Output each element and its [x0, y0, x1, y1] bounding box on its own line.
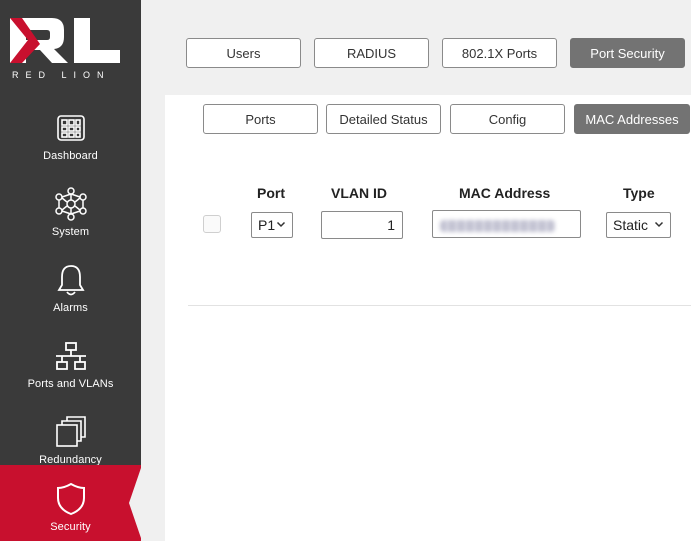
sidebar-item-alarms[interactable]: Alarms: [0, 256, 141, 332]
column-header-vlan-id: VLAN ID: [331, 185, 387, 201]
column-header-mac-address: MAC Address: [459, 185, 551, 201]
subtab-mac-addresses[interactable]: MAC Addresses: [574, 104, 690, 134]
table-divider: [188, 305, 691, 306]
subtab-detailed-status[interactable]: Detailed Status: [326, 104, 441, 134]
sidebar-item-label: Ports and VLANs: [27, 378, 114, 390]
mac-address-redaction: [440, 220, 555, 232]
sidebar-item-dashboard[interactable]: Dashboard: [0, 104, 141, 180]
sidebar: RED LION Dashboard System Alarms Ports a…: [0, 0, 142, 541]
logo-wordmark: RED LION: [12, 70, 111, 80]
column-header-port: Port: [257, 185, 285, 201]
tab-8021x-ports[interactable]: 802.1X Ports: [442, 38, 557, 68]
bell-icon: [51, 260, 91, 300]
type-select[interactable]: Static: [606, 212, 671, 238]
vlan-id-value: 1: [387, 217, 395, 233]
sidebar-item-ports-and-vlans[interactable]: Ports and VLANs: [0, 332, 141, 408]
content-gutter: [141, 95, 165, 541]
tab-users[interactable]: Users: [186, 38, 301, 68]
shield-icon: [51, 479, 91, 519]
sidebar-item-system[interactable]: System: [0, 180, 141, 256]
subtab-config[interactable]: Config: [450, 104, 565, 134]
red-lion-logo: RED LION: [0, 0, 141, 100]
sidebar-item-label: Alarms: [53, 302, 88, 314]
network-tree-icon: [51, 336, 91, 376]
port-select[interactable]: P1: [251, 212, 293, 238]
port-select-value: P1: [258, 217, 276, 233]
sidebar-item-label: Dashboard: [43, 150, 98, 162]
sidebar-item-label: System: [51, 226, 90, 238]
type-select-value: Static: [613, 217, 649, 233]
dashboard-icon: [51, 108, 91, 148]
tab-radius[interactable]: RADIUS: [314, 38, 429, 68]
sidebar-item-security[interactable]: Security: [0, 465, 141, 541]
chevron-down-icon: [654, 221, 664, 228]
subtab-ports[interactable]: Ports: [203, 104, 318, 134]
row-select-checkbox[interactable]: [203, 215, 221, 233]
network-node-icon: [51, 184, 91, 224]
tab-port-security[interactable]: Port Security: [570, 38, 685, 68]
sidebar-item-label: Security: [50, 521, 91, 533]
vlan-id-input[interactable]: 1: [321, 211, 403, 239]
chevron-down-icon: [276, 221, 286, 228]
stacked-windows-icon: [51, 412, 91, 452]
column-header-type: Type: [623, 185, 655, 201]
